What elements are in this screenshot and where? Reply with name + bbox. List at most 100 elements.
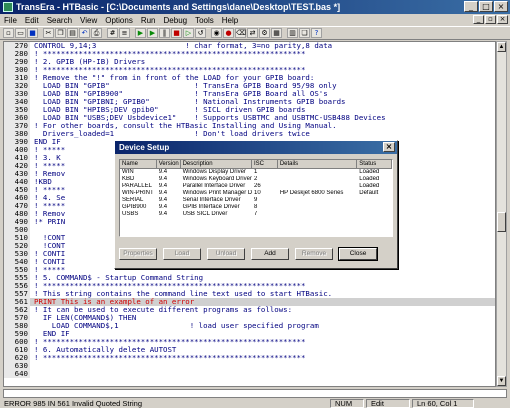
device-row[interactable]: GPIB900 9.4 GPIB Interface Driver 8 [120,204,392,211]
breakpoint-icon[interactable]: ● [223,28,234,38]
mdi-restore-button[interactable]: ▫ [485,15,496,24]
menu-options[interactable]: Options [105,16,133,25]
menu-edit[interactable]: Edit [25,16,39,25]
column-header-isc[interactable]: ISC [252,160,278,168]
vertical-scrollbar[interactable]: ▲ ▼ [496,41,507,387]
device-row[interactable]: SERIAL 9.4 Serial Interface Driver 9 [120,197,392,204]
continue-icon[interactable]: ▷ [183,28,194,38]
cascade-icon[interactable]: ❏ [299,28,310,38]
scroll-down-icon[interactable]: ▼ [497,376,506,386]
menu-file[interactable]: File [4,16,17,25]
toolbar: ▫ ▭ ■ ✂ ❐ ▤ ↶ ⎙ # ≡ ▶ ▶ ‖ ■ ▷ ↺ ◉ ● ⌫ ⇄ … [0,26,510,40]
app-icon [3,2,13,12]
io-icon[interactable]: ⇄ [247,28,258,38]
code-line[interactable]: 640 [4,370,495,378]
scroll-up-icon[interactable]: ▲ [497,42,506,52]
properties-button[interactable]: Properties [119,248,157,260]
device-row[interactable]: KBD 9.4 Windows Keyboard Driver 2 Loaded [120,176,392,183]
code-text: LOAD COMMAND$,1 ! load user specified pr… [34,321,319,330]
device-cell: 9.4 [158,176,168,182]
step-icon[interactable]: ▶ [147,28,158,38]
reset-icon[interactable]: ↺ [195,28,206,38]
paste-icon[interactable]: ▤ [67,28,78,38]
code-line[interactable]: 380 Drivers_loaded=1 ! Don't load driver… [4,130,495,138]
column-header-name[interactable]: Name [120,160,157,168]
graphics-icon[interactable]: ▦ [271,28,282,38]
close-button[interactable]: × [494,1,508,12]
device-cell: 9.4 [158,197,168,203]
device-cell: 9.4 [158,204,168,210]
mdi-close-button[interactable]: × [497,15,508,24]
status-bar: ERROR 985 IN 561 Invalid Quoted String N… [0,398,510,408]
remove-button[interactable]: Remove [295,248,333,260]
tile-icon[interactable]: ▥ [287,28,298,38]
code-line[interactable]: 580 LOAD COMMAND$,1 ! load user specifie… [4,322,495,330]
device-cell: 7 [254,211,258,217]
code-line[interactable]: 620! ***********************************… [4,354,495,362]
column-header-status[interactable]: Status [357,160,392,168]
run-icon[interactable]: ▶ [135,28,146,38]
column-header-version[interactable]: Version [157,160,181,168]
device-icon[interactable]: ⚙ [259,28,270,38]
print-icon[interactable]: ⎙ [91,28,102,38]
close-button[interactable]: Close [338,247,378,261]
scroll-thumb[interactable] [497,212,506,232]
cut-icon[interactable]: ✂ [43,28,54,38]
device-list[interactable]: Name Version Description ISC Details Sta… [119,159,393,237]
unload-button[interactable]: Unload [207,248,245,260]
dialog-title-bar: Device Setup × [115,141,397,154]
replace-icon[interactable]: ≡ [119,28,130,38]
device-cell: KBD [122,176,135,182]
column-header-description[interactable]: Description [181,160,253,168]
device-cell: Windows Keyboard Driver [182,176,252,182]
code-text: !* PRIN [34,217,66,226]
device-cell [278,176,357,183]
stop-icon[interactable]: ■ [171,28,182,38]
device-row[interactable]: PARALLEL 9.4 Parallel Interface Driver 26 Lo… [120,183,392,190]
menu-tools[interactable]: Tools [195,16,214,25]
new-icon[interactable]: ▫ [3,28,14,38]
menu-search[interactable]: Search [47,16,72,25]
column-header-details[interactable]: Details [278,160,358,168]
maximize-button[interactable]: □ [479,1,493,12]
device-cell [278,211,357,218]
status-message: ERROR 985 IN 561 Invalid Quoted String [4,398,142,408]
help-icon[interactable]: ? [311,28,322,38]
device-cell: 9.4 [158,211,168,217]
save-icon[interactable]: ■ [27,28,38,38]
device-cell: Loaded [359,183,380,189]
undo-icon[interactable]: ↶ [79,28,90,38]
find-icon[interactable]: # [107,28,118,38]
device-cell: Default [359,190,379,196]
menu-run[interactable]: Run [141,16,156,25]
line-number: 640 [4,370,30,378]
menu-help[interactable]: Help [222,16,238,25]
device-list-header: Name Version Description ISC Details Sta… [120,160,392,169]
device-cell: Windows Print Manager Dri... [182,190,253,196]
menu-view[interactable]: View [80,16,97,25]
dialog-close-icon[interactable]: × [383,142,395,152]
copy-icon[interactable]: ❐ [55,28,66,38]
device-cell: 26 [254,183,261,189]
open-icon[interactable]: ▭ [15,28,26,38]
device-cell: 8 [254,204,258,210]
add-button[interactable]: Add [251,248,289,260]
device-cell [278,169,357,176]
menu-debug[interactable]: Debug [164,16,188,25]
clear-icon[interactable]: ⌫ [235,28,246,38]
device-setup-dialog: Device Setup × Name Version Description … [114,140,398,269]
device-cell [278,197,357,204]
minimize-button[interactable]: _ [464,1,478,12]
code-line[interactable]: 630 [4,362,495,370]
watch-icon[interactable]: ◉ [211,28,222,38]
device-row[interactable]: WIN 9.4 Windows Display Driver 1 Loaded [120,169,392,176]
device-cell: GPIB Interface Driver [182,204,240,210]
mdi-minimize-button[interactable]: _ [473,15,484,24]
device-cell [278,204,357,211]
device-row[interactable]: USBS 9.4 USB SICL Driver 7 [120,211,392,218]
pause-icon[interactable]: ‖ [159,28,170,38]
device-row[interactable]: WIN-PRINT 9.4 Windows Print Manager Dri...… [120,190,392,197]
device-cell: USB SICL Driver [182,211,228,217]
window-title: TransEra - HTBasic - [C:\Documents and S… [16,2,341,12]
load-button[interactable]: Load [163,248,201,260]
